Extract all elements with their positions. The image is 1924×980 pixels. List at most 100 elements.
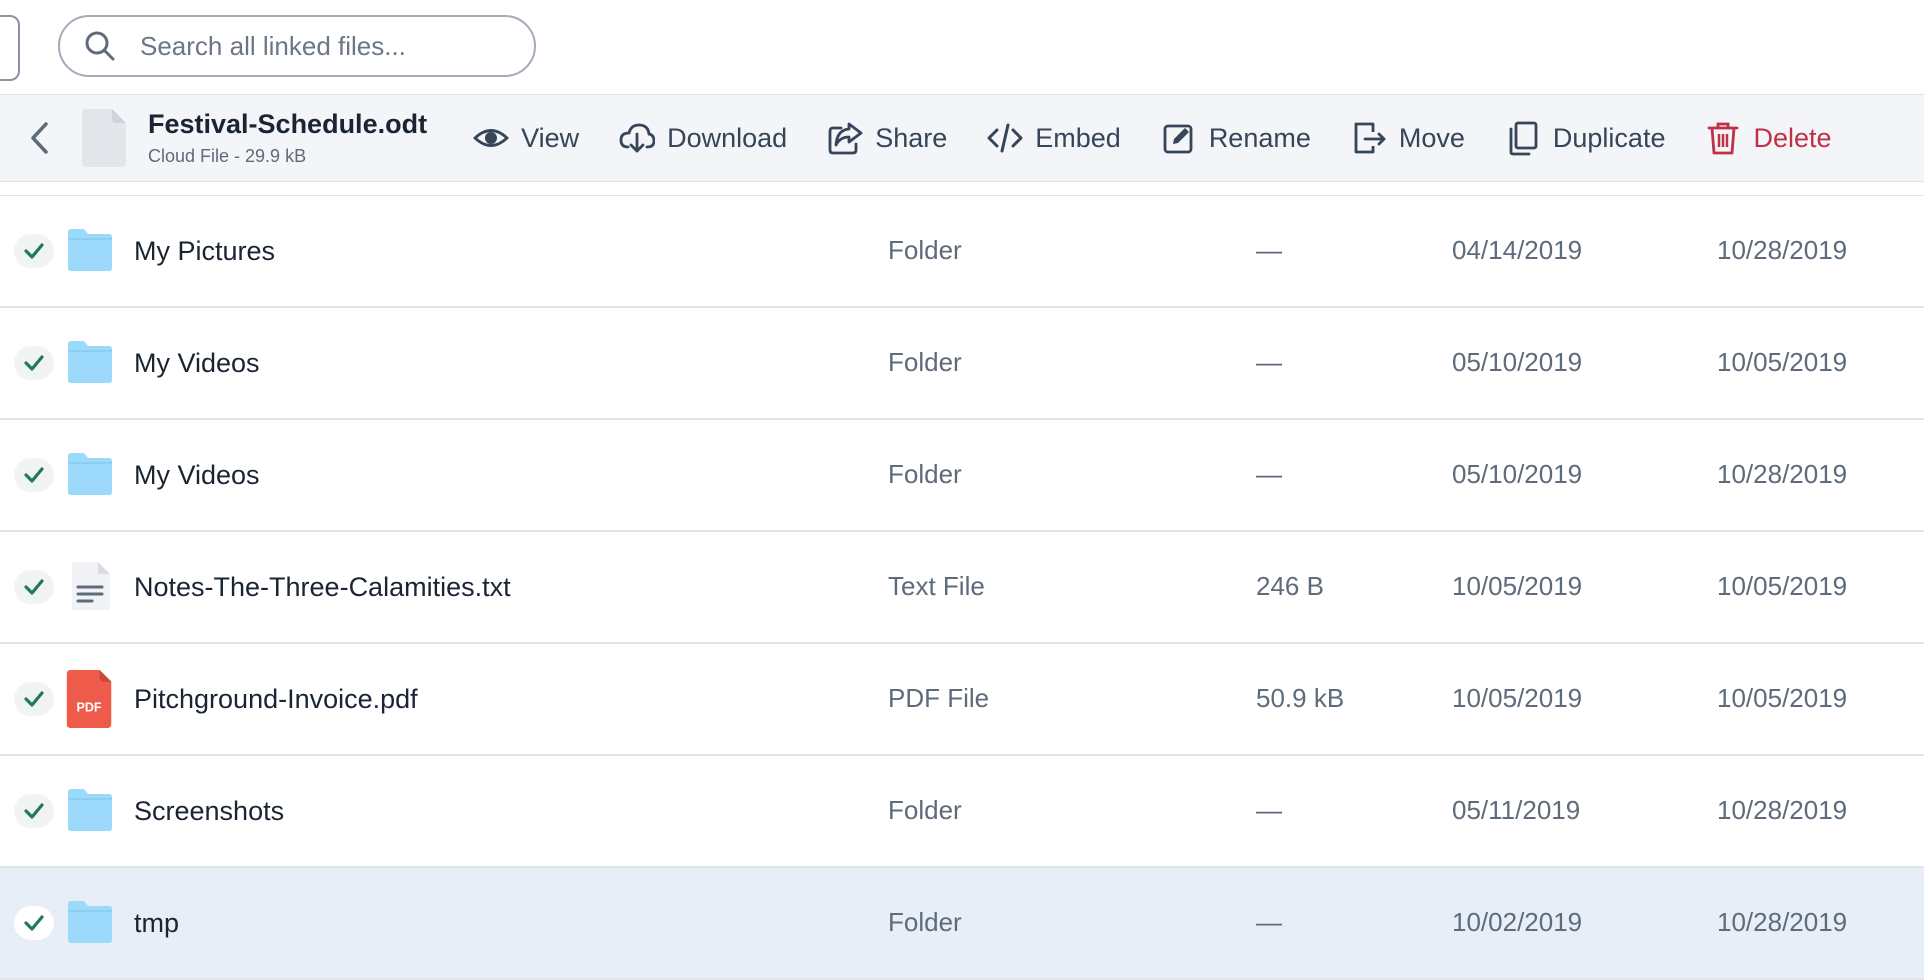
modified-date-cell: 10/05/2019 xyxy=(1717,683,1848,713)
file-name-cell: My Pictures xyxy=(134,236,276,266)
embed-button[interactable]: Embed xyxy=(987,120,1121,156)
duplicate-label: Duplicate xyxy=(1552,122,1666,153)
selected-file-info: Festival-Schedule.odt Cloud File - 29.9 … xyxy=(82,109,427,167)
chevron-left-icon xyxy=(31,122,48,154)
delete-label: Delete xyxy=(1753,122,1832,153)
pdf-icon-label: PDF xyxy=(76,701,101,715)
check-icon xyxy=(24,243,44,259)
table-row[interactable]: Screenshots Folder — 05/11/2019 10/28/2019 xyxy=(0,756,1924,868)
delete-button[interactable]: Delete xyxy=(1705,120,1832,156)
file-size-cell: — xyxy=(1256,347,1282,377)
folder-icon xyxy=(66,450,114,498)
folder-icon xyxy=(66,898,114,946)
file-type-cell: Folder xyxy=(888,795,962,825)
search-icon xyxy=(85,31,115,61)
modified-date-cell: 10/28/2019 xyxy=(1717,459,1848,489)
view-label: View xyxy=(521,122,580,153)
share-label: Share xyxy=(875,122,948,153)
created-date-cell: 04/14/2019 xyxy=(1452,235,1583,265)
file-name-cell: Pitchground-Invoice.pdf xyxy=(134,684,418,714)
created-date-cell: 10/05/2019 xyxy=(1452,683,1583,713)
move-file-icon xyxy=(1354,122,1386,154)
share-icon xyxy=(828,122,863,155)
duplicate-button[interactable]: Duplicate xyxy=(1505,120,1666,156)
check-icon xyxy=(24,355,44,371)
document-file-icon xyxy=(82,109,126,167)
file-size-cell: — xyxy=(1256,459,1282,489)
file-size-cell: 246 B xyxy=(1256,571,1324,601)
file-name-cell: My Videos xyxy=(134,460,260,490)
created-date-cell: 05/10/2019 xyxy=(1452,459,1583,489)
file-type-cell: Folder xyxy=(888,907,962,937)
folder-icon xyxy=(66,786,114,834)
rename-label: Rename xyxy=(1208,122,1311,153)
text-file-icon xyxy=(66,562,114,610)
file-size-cell: — xyxy=(1256,235,1282,265)
search-box[interactable] xyxy=(58,15,536,77)
check-icon xyxy=(24,579,44,595)
folder-icon xyxy=(66,226,114,274)
action-list: View Download Share Embed Rename Move Du… xyxy=(473,120,1871,156)
check-icon xyxy=(24,691,44,707)
file-type-cell: Folder xyxy=(888,347,962,377)
file-name-cell: Notes-The-Three-Calamities.txt xyxy=(134,572,511,602)
sidebar-toggle-button[interactable] xyxy=(0,15,20,81)
folder-icon xyxy=(66,338,114,386)
file-name-cell: Screenshots xyxy=(134,796,285,826)
file-type-cell: Text File xyxy=(888,571,985,601)
pdf-file-icon: PDF xyxy=(66,670,114,728)
download-button[interactable]: Download xyxy=(619,120,787,156)
file-size-cell: — xyxy=(1256,795,1282,825)
table-row[interactable]: My Videos Folder — 05/10/2019 10/05/2019 xyxy=(0,308,1924,420)
file-name-cell: My Videos xyxy=(134,348,260,378)
table-row[interactable]: Notes-The-Three-Calamities.txt Text File 2… xyxy=(0,532,1924,644)
file-name-cell: tmp xyxy=(134,908,180,938)
created-date-cell: 10/05/2019 xyxy=(1452,571,1583,601)
row-checkbox[interactable] xyxy=(14,570,54,604)
check-icon xyxy=(24,467,44,483)
move-button[interactable]: Move xyxy=(1351,120,1465,156)
file-type-cell: Folder xyxy=(888,235,962,265)
search-input[interactable] xyxy=(138,29,502,63)
modified-date-cell: 10/28/2019 xyxy=(1717,235,1848,265)
table-row[interactable]: My Videos Folder — 05/10/2019 10/28/2019 xyxy=(0,420,1924,532)
created-date-cell: 10/02/2019 xyxy=(1452,907,1583,937)
file-action-toolbar: Festival-Schedule.odt Cloud File - 29.9 … xyxy=(0,94,1924,182)
code-icon xyxy=(987,123,1023,153)
cloud-download-icon xyxy=(619,123,656,153)
modified-date-cell: 10/28/2019 xyxy=(1717,907,1848,937)
back-button[interactable] xyxy=(20,118,60,158)
row-checkbox[interactable] xyxy=(14,346,54,380)
file-type-cell: PDF File xyxy=(888,683,990,713)
check-icon xyxy=(24,915,44,931)
file-list: My Pictures Folder —04/14/2019 10/28/2019 My… xyxy=(0,195,1924,980)
row-checkbox[interactable] xyxy=(14,682,54,716)
file-type-cell: Folder xyxy=(888,459,962,489)
top-bar xyxy=(0,0,1924,94)
row-checkbox[interactable] xyxy=(14,906,54,940)
row-checkbox[interactable] xyxy=(14,234,54,268)
row-checkbox[interactable] xyxy=(14,794,54,828)
embed-label: Embed xyxy=(1035,122,1121,153)
rename-button[interactable]: Rename xyxy=(1161,120,1311,156)
view-button[interactable]: View xyxy=(473,120,579,156)
eye-icon xyxy=(473,129,510,147)
trash-icon xyxy=(1708,122,1739,155)
share-button[interactable]: Share xyxy=(827,120,947,156)
file-meta: Cloud File - 29.9 kB xyxy=(148,146,307,166)
download-label: Download xyxy=(667,122,788,153)
modified-date-cell: 10/05/2019 xyxy=(1717,347,1848,377)
row-checkbox[interactable] xyxy=(14,458,54,492)
created-date-cell: 05/10/2019 xyxy=(1452,347,1583,377)
file-size-cell: 50.9 kB xyxy=(1256,683,1345,713)
check-icon xyxy=(24,803,44,819)
file-name: Festival-Schedule.odt xyxy=(148,109,428,139)
table-row[interactable]: My Pictures Folder — 04/14/2019 10/28/2019 xyxy=(0,195,1924,308)
modified-date-cell: 10/05/2019 xyxy=(1717,571,1848,601)
table-row[interactable]: tmp Folder — 10/02/2019 10/28/2019 xyxy=(0,868,1924,980)
file-size-cell: — xyxy=(1256,907,1282,937)
table-row[interactable]: PDF Pitchground-Invoice.pdf PDF File 50.9 k… xyxy=(0,644,1924,756)
edit-icon xyxy=(1163,124,1193,154)
move-label: Move xyxy=(1398,122,1465,153)
modified-date-cell: 10/28/2019 xyxy=(1717,795,1848,825)
